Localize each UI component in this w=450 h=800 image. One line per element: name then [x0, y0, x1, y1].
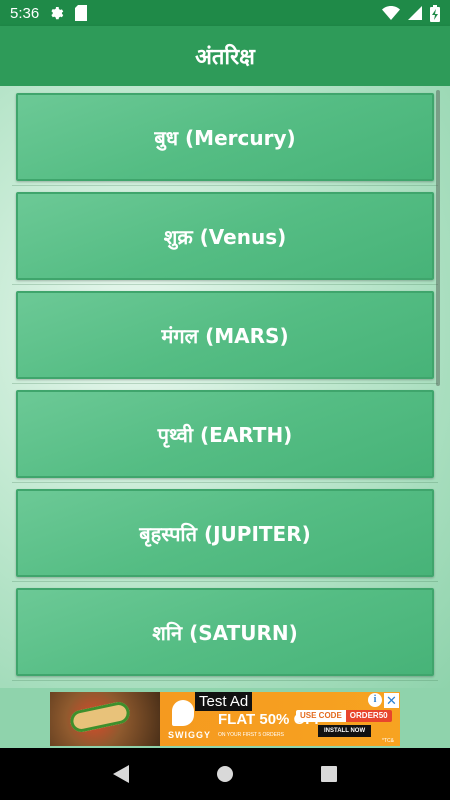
planet-card-label: बुध (Mercury) — [154, 125, 296, 150]
ad-code-value: ORDER50 — [345, 710, 392, 722]
test-ad-label: Test Ad — [195, 692, 253, 711]
planet-card-earth[interactable]: पृथ्वी (EARTH) — [16, 390, 434, 478]
settings-icon — [49, 5, 65, 21]
battery-charging-icon — [430, 4, 440, 22]
ad-banner[interactable]: SWIGGY FLAT 50% OFF* ON YOUR FIRST 5 ORD… — [50, 692, 400, 746]
navigation-bar — [0, 748, 450, 800]
list-item: मंगल (MARS) — [12, 285, 438, 384]
planet-card-venus[interactable]: शुक्र (Venus) — [16, 192, 434, 280]
list-item: शनि (SATURN) — [12, 582, 438, 681]
planet-card-label: शनि (SATURN) — [152, 620, 298, 645]
ad-subtext: ON YOUR FIRST 5 ORDERS — [218, 732, 284, 738]
status-time: 5:36 — [10, 4, 40, 22]
ad-code-label: USE CODE — [296, 710, 346, 722]
page-title: अंतरिक्ष — [195, 45, 255, 70]
list-item: बुध (Mercury) — [12, 87, 438, 186]
planet-card-saturn[interactable]: शनि (SATURN) — [16, 588, 434, 676]
planet-card-label: पृथ्वी (EARTH) — [157, 422, 293, 447]
ad-terms: *TC& — [382, 738, 394, 744]
list-item: पृथ्वी (EARTH) — [12, 384, 438, 483]
home-icon[interactable] — [216, 765, 234, 783]
ad-install-button[interactable]: INSTALL NOW — [318, 725, 372, 737]
signal-icon — [408, 6, 422, 20]
list-item: बृहस्पति (JUPITER) — [12, 483, 438, 582]
ad-food-image — [50, 692, 160, 746]
wifi-icon — [382, 6, 400, 20]
planet-card-mercury[interactable]: बुध (Mercury) — [16, 93, 434, 181]
planet-card-label: बृहस्पति (JUPITER) — [139, 521, 311, 546]
scrollbar[interactable] — [436, 90, 440, 386]
planet-card-label: शुक्र (Venus) — [163, 224, 287, 249]
ad-brand: SWIGGY — [168, 730, 212, 740]
list-item: शुक्र (Venus) — [12, 186, 438, 285]
back-icon[interactable] — [113, 765, 130, 783]
planet-card-jupiter[interactable]: बृहस्पति (JUPITER) — [16, 489, 434, 577]
status-bar: 5:36 — [0, 0, 450, 26]
planet-card-mars[interactable]: मंगल (MARS) — [16, 291, 434, 379]
ad-info-icon[interactable]: i — [368, 693, 382, 707]
sd-card-icon — [75, 5, 88, 21]
ad-promo-code: USE CODE ORDER50 — [296, 710, 392, 722]
planet-list[interactable]: बुध (Mercury) शुक्र (Venus) मंगल (MARS) … — [0, 86, 450, 688]
planet-card-label: मंगल (MARS) — [161, 323, 289, 348]
swiggy-logo-icon — [172, 700, 194, 726]
recents-icon[interactable] — [320, 766, 337, 782]
app-bar: अंतरिक्ष — [0, 26, 450, 86]
ad-container: SWIGGY FLAT 50% OFF* ON YOUR FIRST 5 ORD… — [0, 688, 450, 748]
ad-close-icon[interactable]: ✕ — [384, 693, 399, 708]
